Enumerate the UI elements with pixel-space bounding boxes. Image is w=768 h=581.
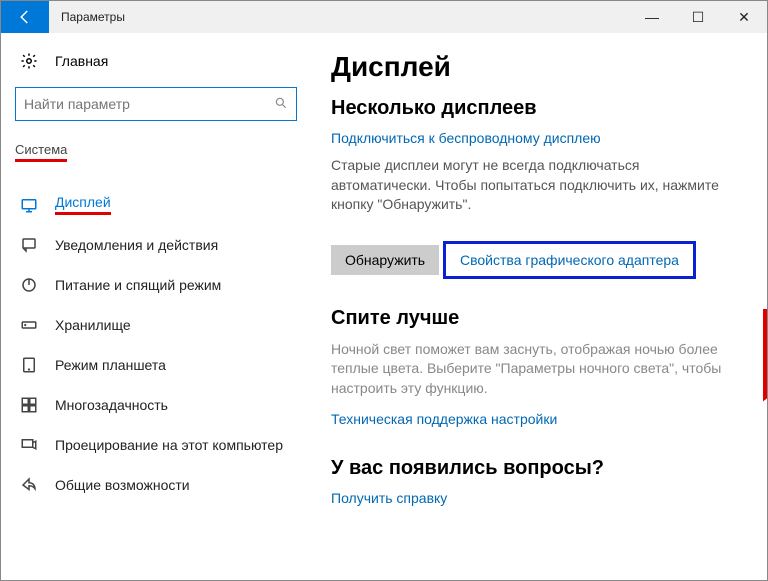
tech-support-link[interactable]: Техническая поддержка настройки (331, 411, 557, 427)
search-icon (274, 96, 288, 113)
search-box[interactable] (15, 87, 297, 121)
nav-item-shared[interactable]: Общие возможности (15, 465, 297, 505)
home-label: Главная (55, 53, 108, 69)
adapter-properties-highlight: Свойства графического адаптера (443, 241, 696, 279)
share-icon (19, 475, 39, 495)
nav-list: Дисплей Уведомления и действия Питание и… (15, 184, 297, 505)
titlebar: Параметры — ☐ ✕ (1, 1, 767, 33)
nav-item-projecting[interactable]: Проецирование на этот компьютер (15, 425, 297, 465)
sidebar: Главная Система Дисплей Уведомления и де… (1, 33, 311, 580)
wireless-display-link[interactable]: Подключиться к беспроводному дисплею (331, 130, 601, 146)
nav-label: Питание и спящий режим (55, 277, 221, 293)
nav-label: Уведомления и действия (55, 237, 218, 253)
adapter-properties-link[interactable]: Свойства графического адаптера (460, 252, 679, 268)
monitor-icon (19, 195, 39, 215)
nav-item-tablet[interactable]: Режим планшета (15, 345, 297, 385)
window-title: Параметры (49, 1, 629, 33)
minimize-button[interactable]: — (629, 1, 675, 33)
project-icon (19, 435, 39, 455)
sleep-better-heading: Спите лучше (331, 307, 737, 330)
body: Главная Система Дисплей Уведомления и де… (1, 33, 767, 580)
close-button[interactable]: ✕ (721, 1, 767, 33)
nav-label: Хранилище (55, 317, 131, 333)
content-pane: Дисплей Несколько дисплеев Подключиться … (311, 33, 767, 580)
nav-label: Многозадачность (55, 397, 168, 413)
nav-label: Режим планшета (55, 357, 166, 373)
nav-label: Дисплей (55, 194, 111, 215)
nav-item-storage[interactable]: Хранилище (15, 305, 297, 345)
window-controls: — ☐ ✕ (629, 1, 767, 33)
get-help-link[interactable]: Получить справку (331, 490, 447, 506)
nav-item-notifications[interactable]: Уведомления и действия (15, 225, 297, 265)
nav-label: Проецирование на этот компьютер (55, 437, 283, 453)
gear-icon (19, 51, 39, 71)
nav-item-multitask[interactable]: Многозадачность (15, 385, 297, 425)
home-nav[interactable]: Главная (15, 51, 297, 71)
nav-item-display[interactable]: Дисплей (15, 184, 297, 225)
nav-item-power[interactable]: Питание и спящий режим (15, 265, 297, 305)
multi-displays-heading: Несколько дисплеев (331, 97, 737, 120)
page-title: Дисплей (331, 51, 737, 83)
maximize-button[interactable]: ☐ (675, 1, 721, 33)
detect-button[interactable]: Обнаружить (331, 245, 439, 275)
power-icon (19, 275, 39, 295)
nav-label: Общие возможности (55, 477, 190, 493)
multitask-icon (19, 395, 39, 415)
storage-icon (19, 315, 39, 335)
back-button[interactable] (1, 1, 49, 33)
annotation-arrow (763, 309, 767, 429)
settings-window: Параметры — ☐ ✕ Главная Система (0, 0, 768, 581)
notification-icon (19, 235, 39, 255)
tablet-icon (19, 355, 39, 375)
sleep-text: Ночной свет поможет вам заснуть, отображ… (331, 340, 731, 399)
section-header-system: Система (15, 142, 67, 162)
search-input[interactable] (24, 96, 274, 112)
questions-heading: У вас появились вопросы? (331, 457, 737, 480)
arrow-left-icon (16, 8, 34, 26)
old-displays-text: Старые дисплеи могут не всегда подключат… (331, 156, 731, 215)
